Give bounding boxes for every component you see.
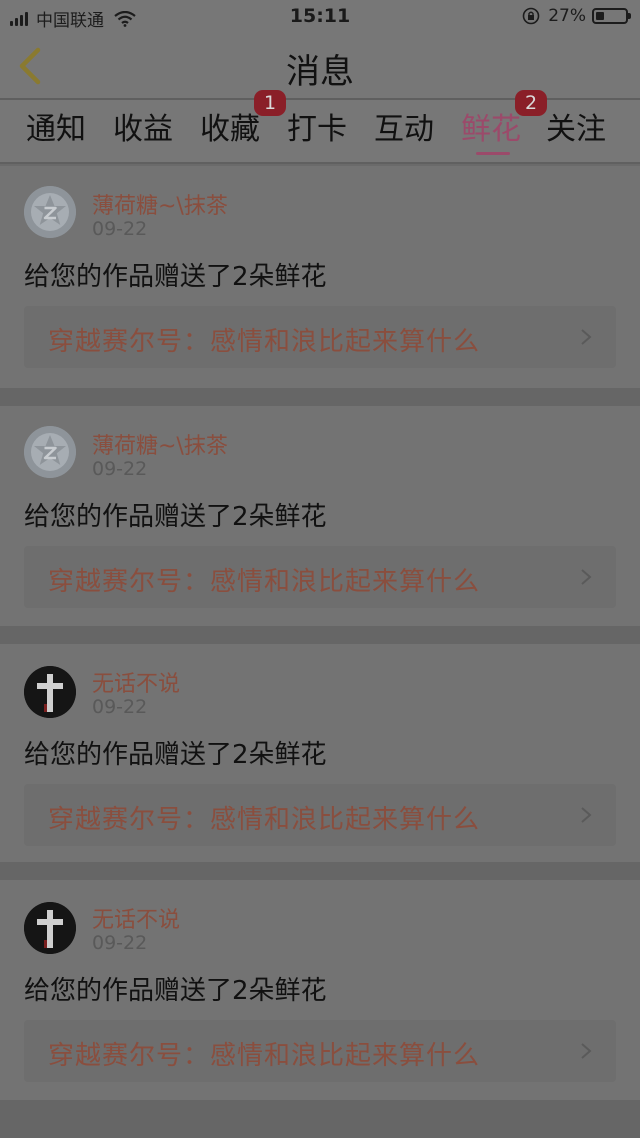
qq-default-avatar-icon	[24, 426, 76, 478]
tab-notifications[interactable]: 通知	[26, 104, 86, 158]
tab-flowers[interactable]: 鲜花 2	[461, 90, 547, 158]
tab-label: 打卡	[287, 112, 347, 147]
chevron-right-icon	[581, 569, 592, 585]
tab-label: 鲜花	[461, 112, 521, 147]
work-title: 穿越赛尔号：感情和浪比起来算什么	[48, 567, 481, 597]
rotation-lock-icon	[522, 7, 540, 25]
feed-bottom	[0, 1100, 640, 1138]
work-title: 穿越赛尔号：感情和浪比起来算什么	[48, 805, 481, 835]
sender-name[interactable]: 薄荷糖~\抹茶	[92, 428, 228, 460]
sender-name[interactable]: 无话不说	[92, 902, 180, 934]
qq-default-avatar-icon	[24, 186, 76, 238]
work-link[interactable]: 穿越赛尔号：感情和浪比起来算什么	[24, 1020, 616, 1082]
tab-label: 通知	[26, 112, 86, 147]
work-link[interactable]: 穿越赛尔号：感情和浪比起来算什么	[24, 546, 616, 608]
item-separator	[0, 862, 640, 880]
battery-icon	[592, 8, 631, 24]
flower-message-item[interactable]: 无话不说 09-22 给您的作品赠送了2朵鲜花 穿越赛尔号：感情和浪比起来算什么	[0, 880, 640, 1100]
avatar[interactable]	[24, 186, 76, 238]
tab-label: 关注	[546, 112, 606, 147]
sender-name[interactable]: 薄荷糖~\抹茶	[92, 188, 228, 220]
work-link[interactable]: 穿越赛尔号：感情和浪比起来算什么	[24, 306, 616, 368]
tab-label: 收益	[113, 112, 173, 147]
avatar[interactable]	[24, 902, 76, 954]
chevron-right-icon	[581, 1043, 592, 1059]
tab-label: 收藏	[200, 112, 260, 147]
sender-name[interactable]: 无话不说	[92, 666, 180, 698]
tab-favorites[interactable]: 收藏 1	[200, 90, 286, 158]
tab-earnings[interactable]: 收益	[113, 104, 173, 158]
message-date: 09-22	[92, 932, 148, 954]
unread-badge: 1	[254, 90, 286, 116]
chevron-right-icon	[581, 329, 592, 345]
tab-checkin[interactable]: 打卡	[287, 104, 347, 158]
battery-level	[596, 12, 604, 20]
work-title: 穿越赛尔号：感情和浪比起来算什么	[48, 327, 481, 357]
chevron-right-icon	[581, 807, 592, 823]
message-date: 09-22	[92, 458, 148, 480]
status-bar: 中国联通 15:11 27%	[0, 0, 640, 34]
message-date: 09-22	[92, 696, 148, 718]
status-right: 27%	[522, 6, 631, 26]
message-text: 给您的作品赠送了2朵鲜花	[24, 740, 327, 770]
tab-interactions[interactable]: 互动	[374, 104, 434, 158]
tabs-divider	[0, 162, 640, 164]
active-tab-indicator	[476, 152, 510, 155]
tab-bar: 通知 收益 收藏 1 打卡 互动 鲜花 2 关注	[0, 90, 640, 162]
cross-avatar-icon	[24, 902, 76, 954]
message-text: 给您的作品赠送了2朵鲜花	[24, 502, 327, 532]
flower-message-item[interactable]: 薄荷糖~\抹茶 09-22 给您的作品赠送了2朵鲜花 穿越赛尔号：感情和浪比起来…	[0, 166, 640, 388]
avatar[interactable]	[24, 426, 76, 478]
page-title: 消息	[286, 52, 354, 92]
item-separator	[0, 388, 640, 406]
header: 消息	[0, 34, 640, 98]
item-separator	[0, 626, 640, 644]
avatar[interactable]	[24, 666, 76, 718]
tab-following[interactable]: 关注	[546, 104, 606, 158]
message-text: 给您的作品赠送了2朵鲜花	[24, 262, 327, 292]
work-title: 穿越赛尔号：感情和浪比起来算什么	[48, 1041, 481, 1071]
message-date: 09-22	[92, 218, 148, 240]
message-text: 给您的作品赠送了2朵鲜花	[24, 976, 327, 1006]
unread-badge: 2	[515, 90, 547, 116]
work-link[interactable]: 穿越赛尔号：感情和浪比起来算什么	[24, 784, 616, 846]
tab-label: 互动	[374, 112, 434, 147]
battery-percent: 27%	[548, 6, 586, 26]
flower-message-item[interactable]: 无话不说 09-22 给您的作品赠送了2朵鲜花 穿越赛尔号：感情和浪比起来算什么	[0, 644, 640, 862]
cross-avatar-icon	[24, 666, 76, 718]
flower-message-item[interactable]: 薄荷糖~\抹茶 09-22 给您的作品赠送了2朵鲜花 穿越赛尔号：感情和浪比起来…	[0, 406, 640, 626]
